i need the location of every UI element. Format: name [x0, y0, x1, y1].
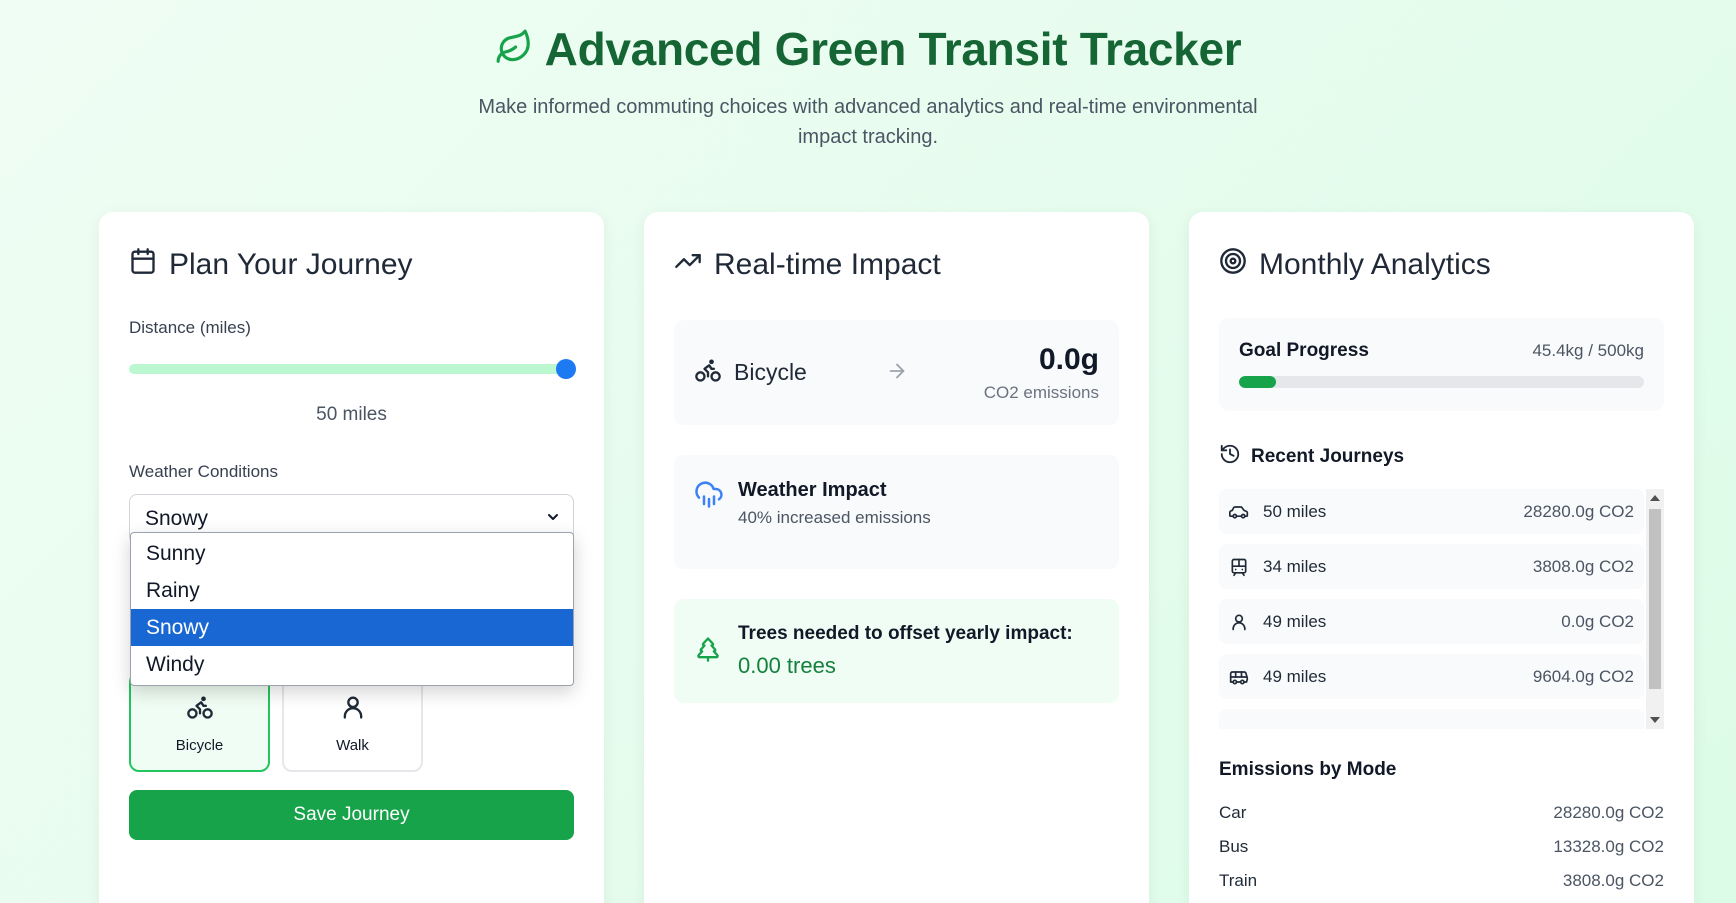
impact-value: 0.0g	[1038, 342, 1099, 376]
emission-row: Bus 13328.0g CO2	[1219, 837, 1664, 857]
journey-co2: 3808.0g CO2	[1532, 556, 1634, 576]
weather-impact-sub: 40% increased emissions	[738, 508, 931, 527]
goal-progress-label: Goal Progress	[1239, 340, 1369, 361]
recent-journeys-scrollbar[interactable]	[1646, 489, 1664, 729]
trending-up-icon	[674, 247, 702, 283]
weather-impact-title: Weather Impact	[738, 479, 887, 501]
page-title: Advanced Green Transit Tracker	[544, 23, 1242, 75]
monthly-analytics-title: Monthly Analytics	[1259, 248, 1491, 281]
emission-mode: Car	[1219, 803, 1247, 822]
distance-slider-thumb[interactable]	[556, 359, 576, 379]
recent-journeys-list[interactable]: 50 miles 28280.0g CO2 34 miles 3808.0g C…	[1219, 489, 1664, 729]
realtime-impact-card: Real-time Impact Bicycle 0.0g CO2 emissi…	[644, 212, 1149, 903]
journey-co2: 9604.0g CO2	[1532, 666, 1634, 686]
walk-icon	[339, 693, 367, 725]
emission-row: Car 28280.0g CO2	[1219, 803, 1664, 823]
trees-offset-box: Trees needed to offset yearly impact: 0.…	[674, 599, 1119, 703]
mode-label-bicycle: Bicycle	[175, 737, 224, 754]
mode-button-bicycle[interactable]: Bicycle	[129, 672, 270, 772]
plan-journey-header: Plan Your Journey	[129, 242, 574, 288]
arrow-right-icon	[886, 360, 908, 387]
history-icon	[1219, 443, 1241, 471]
journey-row: 49 miles 0.0g CO2	[1219, 599, 1644, 644]
journey-row	[1219, 709, 1644, 729]
weather-impact-text: Weather Impact 40% increased emissions	[738, 479, 931, 528]
journey-row: 50 miles 28280.0g CO2	[1219, 489, 1644, 534]
chevron-down-icon	[545, 507, 561, 531]
plan-journey-title: Plan Your Journey	[169, 248, 413, 281]
trees-offset-value: 0.00 trees	[738, 653, 836, 678]
journey-co2: 28280.0g CO2	[1523, 501, 1634, 521]
emission-value: 13328.0g CO2	[1553, 837, 1664, 856]
recent-journeys-title: Recent Journeys	[1251, 446, 1405, 467]
bus-icon	[1229, 667, 1251, 687]
goal-progress-row: Goal Progress 45.4kg / 500kg	[1239, 340, 1644, 362]
journey-row: 49 miles 9604.0g CO2	[1219, 654, 1644, 699]
weather-label: Weather Conditions	[129, 462, 278, 481]
journey-distance: 49 miles	[1263, 611, 1327, 631]
emission-mode: Bus	[1219, 837, 1249, 856]
weather-dropdown-list: Sunny Rainy Snowy Windy	[130, 532, 574, 686]
car-icon	[1229, 502, 1251, 522]
impact-value-sub: CO2 emissions	[983, 382, 1099, 402]
realtime-impact-header: Real-time Impact	[674, 242, 1119, 288]
impact-mode: Bicycle	[694, 356, 807, 390]
monthly-analytics-card: Monthly Analytics Goal Progress 45.4kg /…	[1189, 212, 1694, 903]
emissions-by-mode-list: Car 28280.0g CO2 Bus 13328.0g CO2 Train …	[1219, 803, 1664, 891]
transport-mode-row: Bicycle Walk	[129, 672, 423, 772]
weather-option-windy[interactable]: Windy	[131, 646, 573, 683]
weather-option-snowy[interactable]: Snowy	[131, 609, 573, 646]
leaf-icon	[495, 28, 533, 71]
impact-emissions: 0.0g CO2 emissions	[984, 343, 1099, 403]
distance-label: Distance (miles)	[129, 318, 251, 337]
scroll-down-arrow[interactable]	[1650, 717, 1660, 723]
calendar-icon	[129, 247, 157, 283]
target-icon	[1219, 247, 1247, 283]
emission-value: 3808.0g CO2	[1562, 871, 1664, 890]
journey-row: 34 miles 3808.0g CO2	[1219, 544, 1644, 589]
journey-distance: 34 miles	[1263, 556, 1327, 576]
bicycle-icon	[694, 356, 722, 390]
bicycle-icon	[186, 693, 214, 725]
train-icon	[1229, 557, 1251, 577]
emission-row: Train 3808.0g CO2	[1219, 871, 1664, 891]
scroll-up-arrow[interactable]	[1650, 495, 1660, 501]
page-subtitle: Make informed commuting choices with adv…	[478, 96, 1258, 148]
emission-mode: Train	[1219, 871, 1258, 890]
tree-icon	[694, 635, 722, 668]
weather-select-value: Snowy	[145, 507, 209, 530]
trees-offset-text: Trees needed to offset yearly impact: 0.…	[738, 623, 1073, 679]
mode-label-walk: Walk	[336, 737, 369, 754]
weather-impact-box: Weather Impact 40% increased emissions	[674, 455, 1119, 569]
goal-progress-fill	[1239, 376, 1276, 388]
goal-progress-bar	[1239, 376, 1644, 388]
distance-slider[interactable]	[129, 359, 576, 379]
title-row: Advanced Green Transit Tracker	[0, 20, 1736, 78]
emissions-by-mode-title: Emissions by Mode	[1219, 759, 1397, 780]
journey-co2: 0.0g CO2	[1561, 611, 1634, 631]
impact-summary: Bicycle 0.0g CO2 emissions	[674, 320, 1119, 425]
cloud-rain-icon	[694, 479, 724, 514]
journey-distance: 50 miles	[1263, 501, 1327, 521]
trees-offset-title: Trees needed to offset yearly impact:	[738, 623, 1073, 644]
goal-progress-box: Goal Progress 45.4kg / 500kg	[1219, 318, 1664, 411]
save-journey-button[interactable]: Save Journey	[129, 790, 574, 840]
journey-distance: 49 miles	[1263, 666, 1327, 686]
scrollbar-thumb[interactable]	[1649, 509, 1661, 689]
weather-option-sunny[interactable]: Sunny	[131, 535, 573, 572]
page-header: Advanced Green Transit Tracker Make info…	[0, 0, 1736, 152]
emission-value: 28280.0g CO2	[1553, 803, 1664, 822]
distance-value: 50 miles	[316, 404, 387, 425]
weather-option-rainy[interactable]: Rainy	[131, 572, 573, 609]
impact-mode-label: Bicycle	[734, 359, 807, 385]
mode-button-walk[interactable]: Walk	[282, 672, 423, 772]
monthly-analytics-header: Monthly Analytics	[1219, 242, 1664, 288]
goal-progress-value: 45.4kg / 500kg	[1532, 341, 1644, 360]
recent-journeys-header: Recent Journeys	[1219, 443, 1664, 471]
realtime-impact-title: Real-time Impact	[714, 248, 941, 281]
walk-icon	[1229, 612, 1251, 632]
